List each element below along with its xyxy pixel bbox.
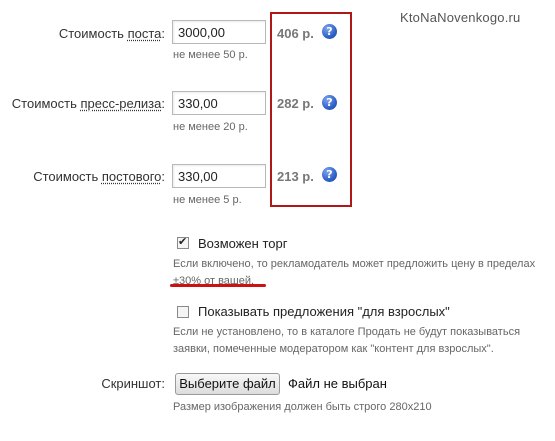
- choose-file-button[interactable]: Выберите файл: [175, 373, 280, 395]
- permanent-cost-hint: не менее 5 р.: [173, 194, 242, 206]
- file-status: Файл не выбран: [288, 376, 387, 391]
- adult-desc-line1: Если не установлено, то в каталоге Прода…: [173, 326, 521, 338]
- permanent-link[interactable]: постового: [102, 169, 161, 184]
- permanent-cost-input[interactable]: 330,00: [172, 164, 266, 188]
- press-release-label-suffix: :: [161, 96, 165, 111]
- press-release-cost-hint: не менее 20 р.: [173, 121, 248, 133]
- price-highlight-box: [270, 12, 352, 207]
- post-cost-label-suffix: :: [161, 26, 165, 41]
- post-cost-label-prefix: Стоимость: [58, 26, 128, 41]
- post-cost-input[interactable]: 3000,00: [172, 20, 266, 44]
- adult-desc-line2: заявки, помеченные модератором как "конт…: [173, 343, 494, 355]
- watermark: KtoNaNovenkogo.ru: [400, 10, 521, 25]
- bargain-desc-line2: ±30% от вашей.: [173, 275, 255, 287]
- post-cost-label: Стоимость поста:: [59, 26, 165, 41]
- red-underline-annotation: [170, 284, 266, 287]
- permanent-label-suffix: :: [161, 169, 165, 184]
- adult-description: Если не установлено, то в каталоге Прода…: [173, 324, 520, 358]
- press-release-label-prefix: Стоимость: [11, 96, 81, 111]
- adult-checkbox[interactable]: [177, 306, 189, 318]
- press-release-cost-input[interactable]: 330,00: [172, 91, 266, 115]
- bargain-checkbox[interactable]: [177, 235, 189, 249]
- screenshot-label: Скриншот:: [101, 376, 165, 391]
- permanent-cost-label: Стоимость постового:: [33, 169, 165, 184]
- press-release-cost-label: Стоимость пресс-релиза:: [12, 96, 165, 111]
- post-cost-hint: не менее 50 р.: [173, 49, 248, 61]
- bargain-desc-line1: Если включено, то рекламодатель может пр…: [173, 258, 536, 270]
- press-release-link[interactable]: пресс-релиза: [80, 96, 161, 111]
- adult-label[interactable]: Показывать предложения "для взрослых": [198, 304, 450, 319]
- permanent-label-prefix: Стоимость: [33, 169, 102, 184]
- screenshot-hint: Размер изображения должен быть строго 28…: [173, 401, 432, 413]
- bargain-label[interactable]: Возможен торг: [198, 236, 287, 251]
- post-cost-link[interactable]: поста: [128, 26, 162, 41]
